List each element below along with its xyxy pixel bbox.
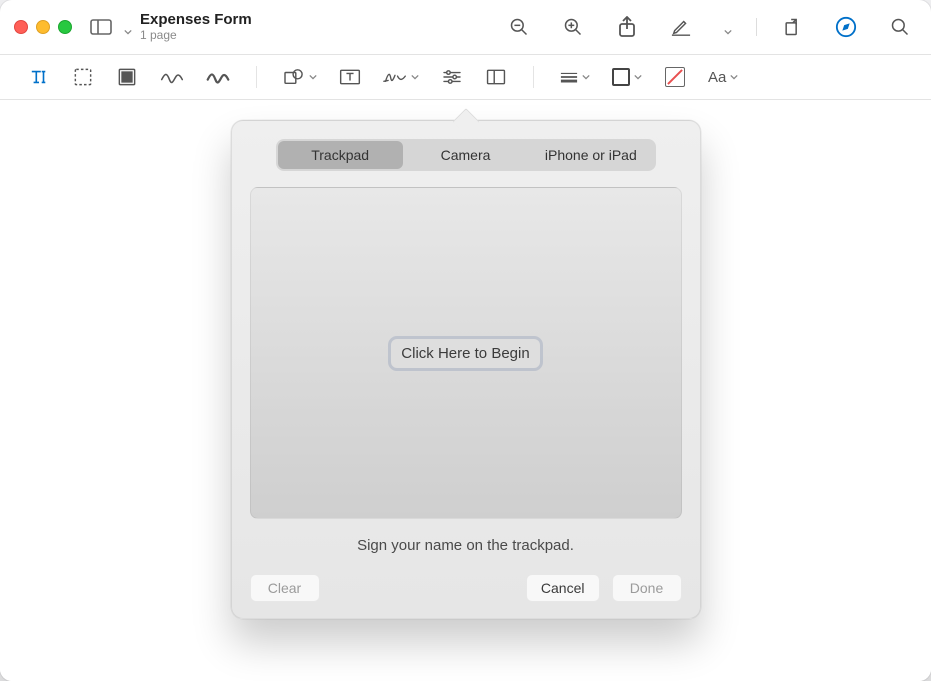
done-button[interactable]: Done	[612, 574, 682, 602]
shapes-menu[interactable]	[283, 66, 317, 88]
clear-button[interactable]: Clear	[250, 574, 320, 602]
zoom-in-button[interactable]	[562, 16, 584, 38]
toolbar-separator	[756, 18, 757, 36]
window-controls	[14, 20, 72, 34]
document-title: Expenses Form	[140, 12, 252, 29]
tab-trackpad-label: Trackpad	[311, 147, 369, 163]
text-box-tool[interactable]	[339, 66, 361, 88]
document-title-block: Expenses Form 1 page	[140, 12, 252, 42]
fill-color-button[interactable]	[664, 66, 686, 88]
minimize-window-button[interactable]	[36, 20, 50, 34]
tab-camera[interactable]: Camera	[403, 141, 528, 169]
font-style-label: Aa	[708, 69, 726, 86]
chevron-down-icon	[730, 73, 738, 81]
chevron-down-icon	[582, 73, 590, 81]
cancel-button[interactable]: Cancel	[526, 574, 600, 602]
document-page-count: 1 page	[140, 29, 252, 42]
highlight-button[interactable]	[670, 16, 692, 38]
sign-menu[interactable]	[383, 66, 419, 88]
stroke-color-menu[interactable]	[612, 66, 642, 88]
tab-iphone-ipad[interactable]: iPhone or iPad	[528, 141, 653, 169]
crop-tool[interactable]	[485, 66, 507, 88]
popover-button-row: Clear Cancel Done	[250, 574, 682, 602]
tab-iphone-ipad-label: iPhone or iPad	[545, 147, 637, 163]
no-fill-icon	[665, 67, 685, 87]
line-style-menu[interactable]	[560, 66, 590, 88]
signature-canvas[interactable]: Click Here to Begin	[250, 187, 682, 519]
sidebar-toggle-button[interactable]	[86, 14, 116, 40]
tab-trackpad[interactable]: Trackpad	[278, 141, 403, 169]
preview-window: Expenses Form 1 page	[0, 0, 931, 681]
text-selection-tool[interactable]	[28, 66, 50, 88]
signature-popover: Trackpad Camera iPhone or iPad Click Her…	[231, 120, 701, 619]
chevron-down-icon	[309, 73, 317, 81]
toolbar-separator	[256, 66, 257, 88]
tab-camera-label: Camera	[441, 147, 491, 163]
document-area: Trackpad Camera iPhone or iPad Click Her…	[0, 100, 931, 681]
toolbar-separator	[533, 66, 534, 88]
share-button[interactable]	[616, 16, 638, 38]
rectangular-selection-tool[interactable]	[72, 66, 94, 88]
markup-toggle-button[interactable]	[835, 16, 857, 38]
rotate-button[interactable]	[781, 16, 803, 38]
search-button[interactable]	[889, 16, 911, 38]
chevron-down-icon	[634, 73, 642, 81]
titlebar: Expenses Form 1 page	[0, 0, 931, 55]
markup-toolbar: Aa	[0, 55, 931, 100]
zoom-out-button[interactable]	[508, 16, 530, 38]
titlebar-actions	[508, 16, 917, 38]
color-swatch-icon	[612, 68, 630, 86]
signature-source-segmented-control: Trackpad Camera iPhone or iPad	[276, 139, 656, 171]
font-style-menu[interactable]: Aa	[708, 66, 738, 88]
adjust-color-tool[interactable]	[441, 66, 463, 88]
highlight-dropdown-chevron-icon[interactable]	[724, 23, 732, 31]
begin-signing-button[interactable]: Click Here to Begin	[391, 339, 539, 368]
chevron-down-icon	[411, 73, 419, 81]
sidebar-dropdown-chevron-icon[interactable]	[124, 23, 132, 31]
close-window-button[interactable]	[14, 20, 28, 34]
draw-tool[interactable]	[206, 66, 230, 88]
signature-hint-text: Sign your name on the trackpad.	[250, 537, 682, 554]
sketch-tool[interactable]	[160, 66, 184, 88]
redact-tool[interactable]	[116, 66, 138, 88]
fullscreen-window-button[interactable]	[58, 20, 72, 34]
